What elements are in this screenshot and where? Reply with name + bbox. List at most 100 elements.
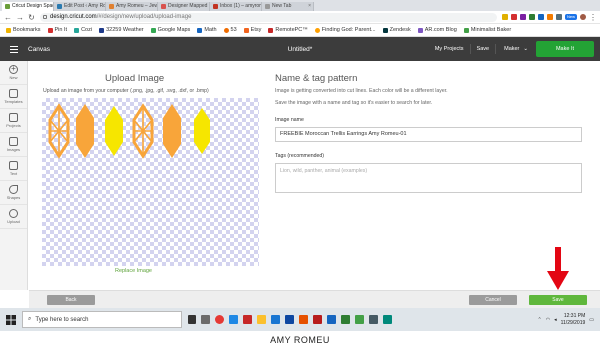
back-arrow-icon[interactable]: ← xyxy=(4,13,12,22)
sidebar-item-upload[interactable]: Upload xyxy=(0,205,27,229)
task-view-icon[interactable] xyxy=(188,315,196,324)
bookmark-item[interactable]: 32259 Weather xyxy=(99,27,144,33)
sidebar-item-label: Upload xyxy=(7,219,20,224)
replace-image-link[interactable]: Replace Image xyxy=(115,268,152,274)
word-icon[interactable] xyxy=(327,315,336,324)
extension-icon[interactable] xyxy=(555,14,562,20)
browser-tab[interactable]: Inbox (1) – amyromeu@g× xyxy=(210,2,262,11)
save-button[interactable]: Save xyxy=(529,295,587,305)
taskbar-clock[interactable]: 12:31 PM 11/29/2019 xyxy=(561,313,586,327)
name-tag-heading: Name & tag pattern xyxy=(275,73,358,84)
app-header: Canvas Untitled* My Projects Save Maker ⌄… xyxy=(0,37,600,61)
extensions-area: New ⋮ xyxy=(501,13,597,22)
back-button[interactable]: Back xyxy=(47,295,95,305)
sidebar-item-text[interactable]: Text xyxy=(0,157,27,181)
tags-input[interactable]: Lion, wild, panther, animal (examples) xyxy=(275,163,582,193)
make-it-button[interactable]: Make It xyxy=(536,41,594,57)
tab-favicon-icon xyxy=(213,4,218,9)
wifi-icon[interactable]: ◠ xyxy=(546,317,550,323)
star-icon[interactable] xyxy=(501,14,508,20)
browser-tab[interactable]: Amy Romeu – Jewelry Ma× xyxy=(106,2,158,11)
tab-favicon-icon xyxy=(109,4,114,9)
sidebar-item-templates[interactable]: Templates xyxy=(0,85,27,109)
shapes-icon xyxy=(9,185,18,194)
edge-icon[interactable] xyxy=(229,315,238,324)
close-icon[interactable]: × xyxy=(308,2,311,11)
cancel-button[interactable]: Cancel xyxy=(469,295,517,305)
notifications-icon[interactable]: ▭ xyxy=(589,317,594,323)
machine-select[interactable]: Maker ⌄ xyxy=(496,37,536,61)
image-name-input[interactable]: FREEBIE Moroccan Trellis Earrings Amy Ro… xyxy=(275,127,582,142)
bookmark-item[interactable]: RemotePC™ xyxy=(268,27,308,33)
sidebar-item-label: Shapes xyxy=(6,195,21,200)
system-tray: ⌃ ◠ ◂ 12:31 PM 11/29/2019 ▭ xyxy=(538,313,600,327)
bookmark-item[interactable]: Bookmarks xyxy=(6,27,41,33)
browser-tab[interactable]: Cricut Design Space× xyxy=(2,2,54,11)
bookmark-item[interactable]: Minimalist Baker xyxy=(463,27,511,33)
illustrator-icon[interactable] xyxy=(299,315,308,324)
chevron-up-icon[interactable]: ⌃ xyxy=(538,317,542,323)
windows-start-icon[interactable] xyxy=(0,308,22,331)
upload-main-panel: Upload Image Upload an image from your c… xyxy=(29,61,600,290)
app-icon[interactable] xyxy=(243,315,252,324)
bookmark-item[interactable]: AR.com Blog xyxy=(417,27,457,33)
url-field[interactable]: design.cricut.com/#/design/new/upload/up… xyxy=(40,12,497,22)
app-icon[interactable] xyxy=(201,315,210,324)
clock-time: 12:31 PM xyxy=(563,312,586,319)
map-icon xyxy=(150,27,156,33)
store-icon[interactable] xyxy=(271,315,280,324)
bookmark-label: 32259 Weather xyxy=(106,27,144,33)
menu-dots-icon[interactable]: ⋮ xyxy=(589,13,597,22)
app-icon[interactable] xyxy=(355,315,364,324)
bookmark-item[interactable]: Etsy xyxy=(243,27,262,33)
extension-icon[interactable] xyxy=(519,14,526,20)
pinterest-extension-icon[interactable] xyxy=(510,14,517,20)
extension-icon[interactable] xyxy=(537,14,544,20)
bookmark-item[interactable]: Cozi xyxy=(74,27,92,33)
tab-title: Inbox (1) – amyromeu@g xyxy=(220,3,261,9)
solid-earring-orange xyxy=(163,104,181,158)
volume-icon[interactable]: ◂ xyxy=(554,317,557,323)
bookmark-item[interactable]: Zendesk xyxy=(382,27,411,33)
my-projects-link[interactable]: My Projects xyxy=(429,44,471,54)
tab-favicon-icon xyxy=(57,4,62,9)
forward-arrow-icon[interactable]: → xyxy=(16,13,24,22)
reload-icon[interactable]: ↻ xyxy=(28,13,35,22)
bookmark-label: Etsy xyxy=(250,27,262,33)
canvas-title: Canvas xyxy=(28,45,51,53)
lock-icon xyxy=(43,14,47,19)
browser-tab[interactable]: Edit Post ‹ Amy Romeu× xyxy=(54,2,106,11)
bookmark-icon xyxy=(314,27,320,33)
bookmark-icon xyxy=(74,27,80,33)
app-icon[interactable] xyxy=(383,315,392,324)
bookmark-label: Google Maps xyxy=(157,27,191,33)
chrome-icon[interactable] xyxy=(215,315,224,324)
save-link[interactable]: Save xyxy=(471,44,497,54)
sidebar-item-new[interactable]: New xyxy=(0,61,27,85)
sidebar-item-shapes[interactable]: Shapes xyxy=(0,181,27,205)
excel-icon[interactable] xyxy=(341,315,350,324)
new-badge[interactable]: New xyxy=(564,14,577,20)
photoshop-icon[interactable] xyxy=(285,315,294,324)
bookmark-item[interactable]: Finding God: Parent... xyxy=(314,27,376,33)
machine-label: Maker xyxy=(504,46,520,52)
red-arrow-icon xyxy=(547,247,569,290)
bookmark-item[interactable]: 53 xyxy=(223,27,237,33)
bookmark-item[interactable]: Pin It xyxy=(47,27,67,33)
extension-icon[interactable] xyxy=(546,14,553,20)
extension-icon[interactable] xyxy=(528,14,535,20)
bookmark-item[interactable]: Google Maps xyxy=(150,27,191,33)
browser-tab[interactable]: New Tab × xyxy=(262,2,314,11)
sidebar-item-projects[interactable]: Projects xyxy=(0,109,27,133)
taskbar-search-input[interactable]: ⌕ Type here to search xyxy=(22,311,182,328)
browser-tab[interactable]: Designer Mapped Online× xyxy=(158,2,210,11)
sidebar-item-images[interactable]: Images xyxy=(0,133,27,157)
solid-earring-yellow xyxy=(194,108,210,154)
bookmark-item[interactable]: Math xyxy=(197,27,217,33)
profile-avatar[interactable] xyxy=(580,14,586,20)
tab-title: Amy Romeu – Jewelry Ma xyxy=(116,3,158,9)
hamburger-menu-icon[interactable] xyxy=(0,37,28,61)
settings-icon[interactable] xyxy=(369,315,378,324)
acrobat-icon[interactable] xyxy=(313,315,322,324)
file-explorer-icon[interactable] xyxy=(257,315,266,324)
